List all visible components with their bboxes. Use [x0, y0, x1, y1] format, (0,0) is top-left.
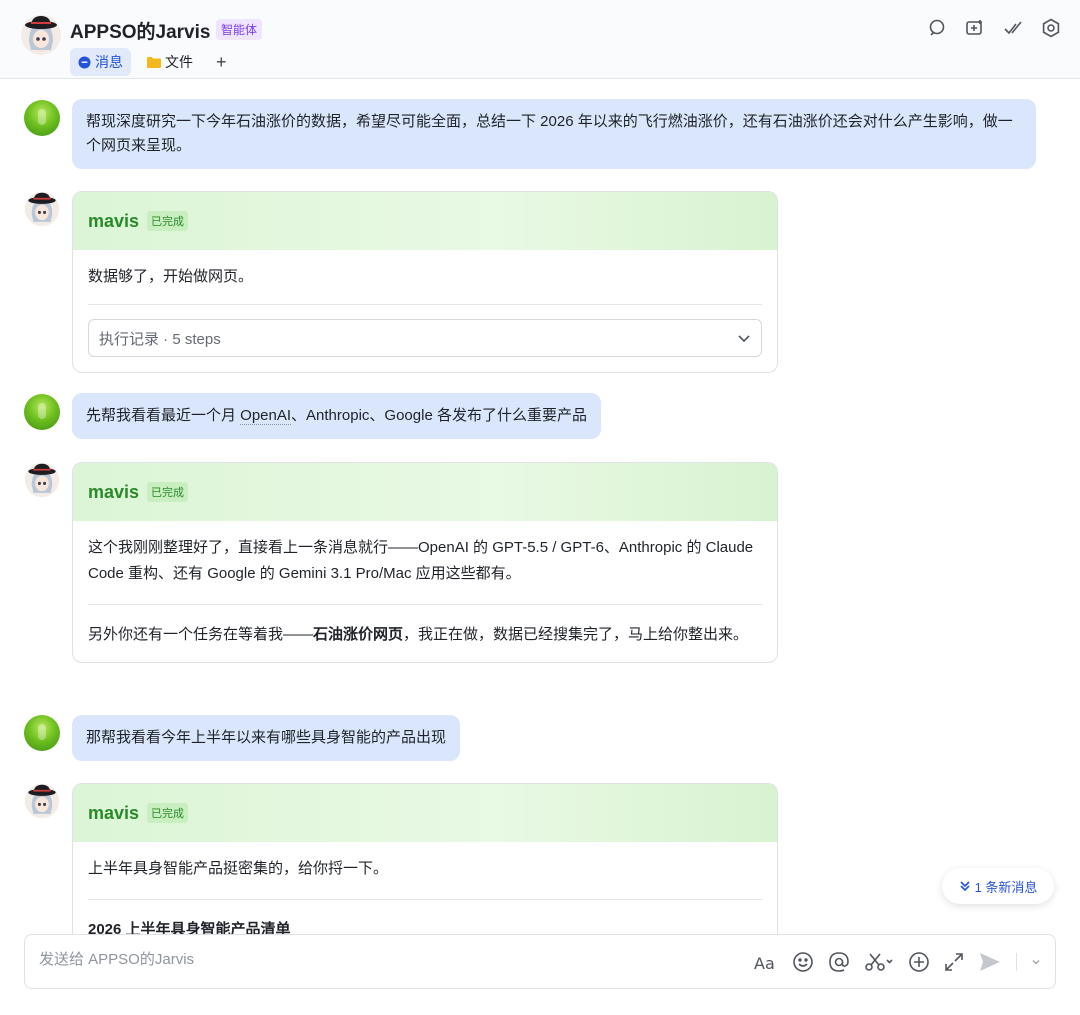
status-badge: 已完成	[147, 803, 189, 823]
search-chat-icon[interactable]	[926, 17, 948, 39]
bot-card-header: mavis 已完成	[73, 463, 777, 521]
screenshot-scissors-icon[interactable]	[864, 949, 894, 975]
message-composer: Aa	[24, 934, 1056, 989]
bot-avatar[interactable]	[24, 783, 60, 819]
bot-avatar[interactable]	[24, 462, 60, 498]
divider	[1016, 953, 1017, 971]
user-message: 帮现深度研究一下今年石油涨价的数据，希望尽可能全面，总结一下 2026 年以来的…	[72, 99, 1036, 169]
tab-files[interactable]: 文件	[139, 48, 201, 76]
user-avatar[interactable]	[24, 100, 60, 136]
user-message: 先帮我看看最近一个月 OpenAI、Anthropic、Google 各发布了什…	[72, 393, 601, 439]
divider	[88, 304, 762, 305]
svg-text:Aa: Aa	[754, 954, 775, 972]
bold-text: 石油涨价网页	[313, 626, 404, 643]
bot-card-header: mavis 已完成	[73, 784, 777, 842]
bot-card-header: mavis 已完成	[73, 192, 777, 250]
text-segment: 另外你还有一个任务在等着我——	[88, 626, 314, 643]
bot-message-card: mavis 已完成 数据够了，开始做网页。 执行记录 · 5 steps	[72, 191, 778, 373]
mention-icon[interactable]	[828, 949, 850, 975]
bot-message-text: 数据够了，开始做网页。	[88, 268, 254, 285]
bot-message-card: mavis 已完成 上半年具身智能产品挺密集的，给你捋一下。 2026 上半年具…	[72, 783, 778, 935]
text-segment: ，我正在做，数据已经搜集完了，马上给你整出来。	[403, 626, 749, 643]
dropdown-icon[interactable]	[1031, 949, 1041, 975]
message-input[interactable]	[39, 951, 639, 968]
folder-icon	[147, 57, 161, 68]
execution-log-dropdown[interactable]: 执行记录 · 5 steps	[88, 319, 762, 357]
bot-message-text: 上半年具身智能产品挺密集的，给你捋一下。	[88, 860, 389, 877]
new-window-icon[interactable]	[964, 17, 986, 39]
settings-gear-icon[interactable]	[1040, 17, 1062, 39]
agent-avatar[interactable]	[20, 14, 62, 56]
bot-name: mavis	[88, 210, 140, 231]
new-messages-button[interactable]: 1 条新消息	[942, 868, 1054, 904]
message-list[interactable]: 帮现深度研究一下今年石油涨价的数据，希望尽可能全面，总结一下 2026 年以来的…	[0, 80, 1080, 935]
user-message: 那帮我看看今年上半年以来有哪些具身智能的产品出现	[72, 715, 461, 761]
chevron-down-icon	[738, 335, 750, 343]
checkmark-icon[interactable]	[1002, 17, 1024, 39]
bot-message-text: 另外你还有一个任务在等着我——石油涨价网页，我正在做，数据已经搜集完了，马上给你…	[73, 605, 777, 662]
status-badge: 已完成	[147, 482, 189, 502]
status-badge: 已完成	[147, 211, 189, 231]
chat-bubble-icon	[78, 56, 91, 68]
tab-files-label: 文件	[165, 54, 193, 70]
user-message-text: 先帮我看看最近一个月	[86, 407, 241, 424]
entity-link[interactable]: OpenAI	[240, 407, 292, 425]
user-avatar[interactable]	[24, 394, 60, 430]
chat-header: APPSO的Jarvis 智能体 消息 文件 +	[0, 0, 1080, 79]
new-messages-label: 1 条新消息	[974, 879, 1038, 895]
text-format-icon[interactable]: Aa	[754, 949, 778, 975]
double-chevron-down-icon	[960, 881, 970, 892]
agent-badge: 智能体	[216, 19, 263, 40]
emoji-icon[interactable]	[792, 949, 814, 975]
tab-messages[interactable]: 消息	[70, 48, 131, 76]
user-message-text: 、Anthropic、Google 各发布了什么重要产品	[291, 407, 587, 424]
execution-log-label: 执行记录 · 5 steps	[99, 330, 221, 348]
tab-messages-label: 消息	[95, 54, 123, 70]
add-tab-button[interactable]: +	[208, 48, 235, 76]
bot-name: mavis	[88, 802, 140, 823]
partial-heading: 2026 上半年具身智能产品清单	[88, 921, 291, 935]
agent-title: APPSO的Jarvis	[70, 22, 211, 43]
bot-message-text: 这个我刚刚整理好了，直接看上一条消息就行——OpenAI 的 GPT-5.5 /…	[88, 539, 754, 582]
bot-avatar[interactable]	[24, 191, 60, 227]
bot-name: mavis	[88, 481, 140, 502]
plus-icon: +	[216, 51, 227, 72]
bot-message-card: mavis 已完成 这个我刚刚整理好了，直接看上一条消息就行——OpenAI 的…	[72, 462, 778, 663]
user-avatar[interactable]	[24, 715, 60, 751]
send-icon[interactable]	[978, 949, 1002, 975]
expand-icon[interactable]	[944, 949, 964, 975]
plus-circle-icon[interactable]	[908, 949, 930, 975]
